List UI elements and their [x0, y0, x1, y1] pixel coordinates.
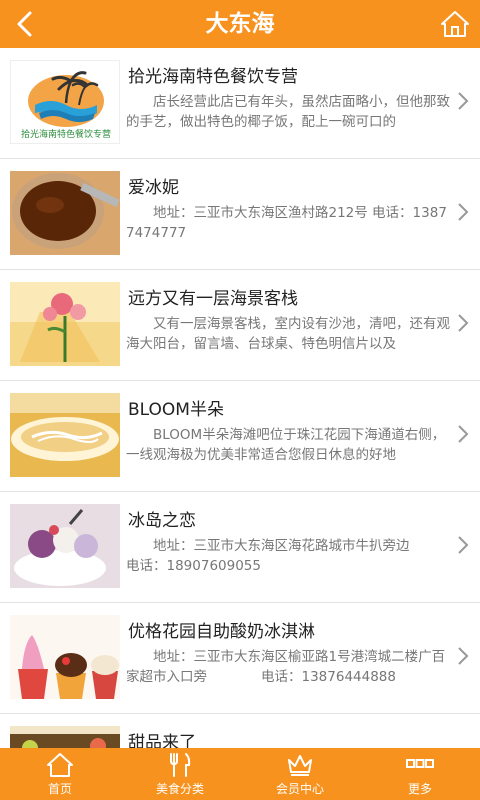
shop-desc: BLOOM半朵海滩吧位于珠江花园下海通道右侧，一线观海极为优美非常适合您假日休息… [126, 427, 446, 463]
list-item[interactable]: 拾光海南特色餐饮专营 拾光海南特色餐饮专营 店长经营此店已有年头，虽然店面略小，… [0, 48, 480, 159]
tab-label: 美食分类 [155, 782, 204, 796]
palm-logo-image: 拾光海南特色餐饮专营 [21, 71, 111, 140]
shop-photo [10, 393, 120, 477]
bottom-tab-bar: 首页 美食分类 会员中心 更多 [0, 748, 480, 800]
tab-label: 会员中心 [275, 782, 324, 796]
shop-desc: 又有一层海景客栈，室内设有沙池，清吧，还有观海大阳台，留言墙、台球桌、特色明信片… [126, 316, 450, 352]
shop-logo: 拾光海南特色餐饮专营 [10, 60, 120, 144]
chevron-right-icon [458, 203, 469, 221]
shop-logo-text: 拾光海南特色餐饮专营 [21, 128, 111, 140]
list-item[interactable]: 优格花园自助酸奶冰淇淋 地址：三亚市大东海区榆亚路1号港湾城二楼广百家超市入口旁… [0, 603, 480, 714]
list-item[interactable]: 爱冰妮 地址：三亚市大东海区渔村路212号 电话：13877474777 [0, 159, 480, 270]
home-icon [47, 753, 73, 777]
shop-photo [10, 615, 120, 699]
shop-desc: 地址：三亚市大东海区渔村路212号 电话：13877474777 [126, 205, 447, 241]
chevron-right-icon [458, 314, 469, 332]
shop-photo [10, 726, 120, 748]
shop-name: 拾光海南特色餐饮专营 [128, 67, 298, 87]
chevron-right-icon [458, 92, 469, 110]
tab-home[interactable]: 首页 [0, 748, 120, 800]
shop-name: 爱冰妮 [128, 178, 179, 198]
fork-knife-icon [170, 753, 191, 777]
app-header: 大东海 [0, 0, 480, 48]
shop-name: 优格花园自助酸奶冰淇淋 [128, 622, 315, 642]
tab-label: 首页 [47, 782, 72, 796]
tab-label: 更多 [407, 782, 432, 796]
shop-photo [10, 171, 120, 255]
shop-name: 冰岛之恋 [128, 511, 196, 531]
shop-photo [10, 504, 120, 588]
tab-more[interactable]: 更多 [360, 748, 480, 800]
shop-photo [10, 282, 120, 366]
shop-desc: 地址：三亚市大东海区海花路城市牛扒旁边 电话：18907609055 [126, 538, 450, 574]
home-icon[interactable] [440, 9, 470, 39]
shop-name: 甜品来了 [128, 733, 196, 748]
list-item[interactable]: 冰岛之恋 地址：三亚市大东海区海花路城市牛扒旁边 电话：18907609055 [0, 492, 480, 603]
chevron-right-icon [458, 425, 469, 443]
tab-food-category[interactable]: 美食分类 [120, 748, 240, 800]
shop-name: 远方又有一层海景客栈 [128, 289, 298, 309]
list-item[interactable]: BLOOM半朵 BLOOM半朵海滩吧位于珠江花园下海通道右侧，一线观海极为优美非… [0, 381, 480, 492]
list-item[interactable]: 甜品来了 [0, 714, 480, 748]
page-title: 大东海 [205, 10, 275, 37]
crown-icon [288, 755, 312, 776]
list-item[interactable]: 远方又有一层海景客栈 又有一层海景客栈，室内设有沙池，清吧，还有观海大阳台，留言… [0, 270, 480, 381]
tab-member-center[interactable]: 会员中心 [240, 748, 360, 800]
shop-desc: 店长经营此店已有年头，虽然店面略小，但他那致的手艺，做出特色的椰子饭，配上一碗可… [126, 94, 450, 130]
chevron-right-icon [458, 536, 469, 554]
shop-name: BLOOM半朵 [128, 400, 224, 420]
shop-list: 拾光海南特色餐饮专营 拾光海南特色餐饮专营 店长经营此店已有年头，虽然店面略小，… [0, 48, 480, 748]
shop-desc: 地址：三亚市大东海区榆亚路1号港湾城二楼广百家超市入口旁 电话：13876444… [126, 649, 446, 685]
more-icon [406, 759, 434, 768]
chevron-right-icon [458, 647, 469, 665]
